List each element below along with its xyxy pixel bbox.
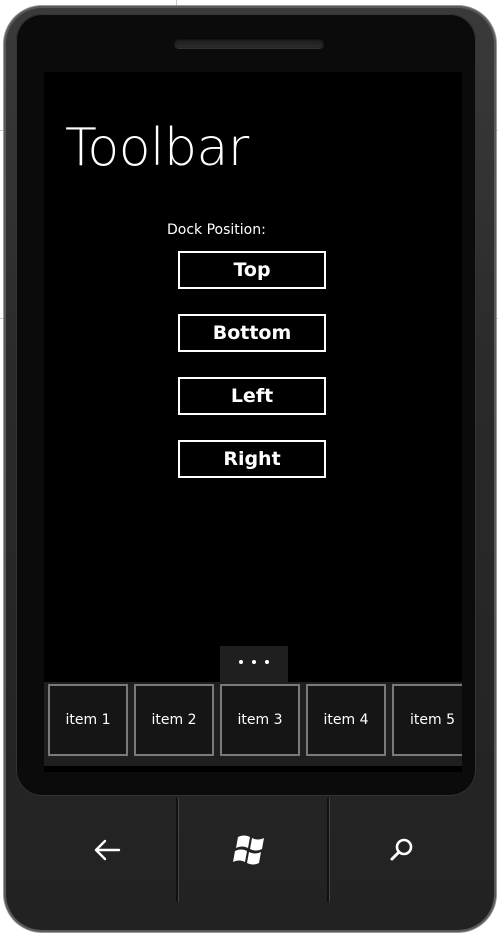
start-button[interactable] (222, 820, 282, 880)
dock-bottom-button[interactable]: Bottom (178, 314, 326, 352)
back-arrow-icon (94, 839, 121, 861)
earpiece-speaker (174, 38, 324, 48)
dock-right-button[interactable]: Right (178, 440, 326, 478)
ellipsis-dot (265, 660, 269, 664)
toolbar-item-2[interactable]: item 2 (134, 684, 214, 756)
back-button[interactable] (77, 820, 137, 880)
search-icon (390, 838, 413, 861)
appbar-expand-button[interactable] (220, 646, 288, 682)
page-title: Toolbar (65, 118, 249, 178)
ellipsis-dot (239, 660, 243, 664)
ellipsis-dot (252, 660, 256, 664)
windows-logo-icon (233, 835, 264, 865)
toolbar-item-3[interactable]: item 3 (220, 684, 300, 756)
toolbar-item-1[interactable]: item 1 (48, 684, 128, 756)
hardware-separator (176, 798, 178, 902)
toolbar: item 1 item 2 item 3 item 4 item 5 (44, 682, 462, 766)
hardware-separator (327, 798, 329, 902)
dock-left-button[interactable]: Left (178, 377, 326, 415)
dock-top-button[interactable]: Top (178, 251, 326, 289)
toolbar-item-4[interactable]: item 4 (306, 684, 386, 756)
search-button[interactable] (372, 820, 432, 880)
toolbar-item-5[interactable]: item 5 (392, 684, 462, 756)
phone-screen: Toolbar Dock Position: Top Bottom Left R… (44, 72, 462, 772)
dock-position-label: Dock Position: (167, 222, 266, 238)
